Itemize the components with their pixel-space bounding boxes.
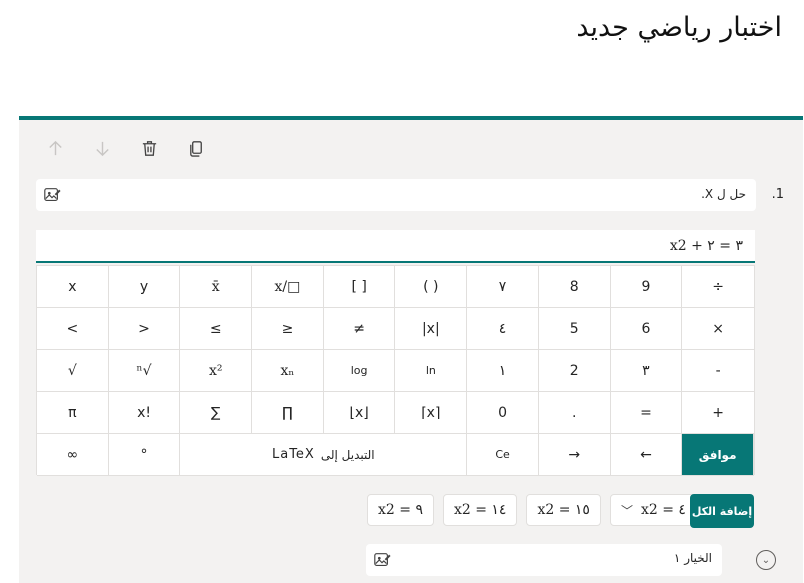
math-keypad: x y x̄ x/□ [ ] ( ) ٧ 8 9 ÷ < > ≤ ≥ ≠ |x|… [36, 265, 755, 476]
key-x[interactable]: x [37, 266, 109, 308]
key-log[interactable]: log [323, 350, 396, 392]
switch-label: التبديل إلى [320, 447, 375, 462]
question-text: حل ل X. [701, 187, 746, 201]
switch-target: LaTeX [271, 447, 315, 462]
answer-option-row: الخيار ١ ⌄ [366, 544, 776, 578]
key-9[interactable]: 9 [610, 266, 683, 308]
question-card: حل ل X. 1. x2 + ٣ = ٢ x y x̄ x/□ [ ] ( )… [19, 116, 803, 583]
key-multiply[interactable]: × [682, 308, 754, 350]
clear-entry-button[interactable]: Ce [467, 434, 539, 476]
key-3[interactable]: ٣ [610, 350, 683, 392]
key-overline[interactable]: x̄ [180, 266, 253, 308]
delete-icon[interactable] [139, 138, 159, 158]
suggestion-value: x2 = ٤ [640, 502, 686, 518]
key-2[interactable]: 2 [538, 350, 611, 392]
key-nth-root[interactable]: ⁿ√ [108, 350, 181, 392]
key-0[interactable]: 0 [467, 392, 539, 434]
option-placeholder: الخيار ١ [673, 551, 712, 565]
suggestion-chip[interactable]: x2 = ٩ [367, 494, 434, 526]
move-up-icon[interactable] [45, 138, 65, 158]
key-product[interactable]: ∏ [252, 392, 324, 434]
key-6[interactable]: 6 [610, 308, 683, 350]
key-ln[interactable]: ln [395, 350, 468, 392]
key-brackets[interactable]: [ ] [323, 266, 396, 308]
key-ceiling[interactable]: ⌈x⌉ [395, 392, 468, 434]
cursor-right-button[interactable]: → [538, 434, 611, 476]
suggestion-chip[interactable]: x2 = ١٤ [442, 494, 518, 526]
chevron-down-icon: ⌄ [761, 554, 771, 566]
key-pi[interactable]: π [37, 392, 109, 434]
correct-answer-radio[interactable]: ⌄ [756, 550, 776, 570]
question-number: 1. [771, 187, 784, 202]
key-subscript[interactable]: xₙ [252, 350, 324, 392]
move-down-icon[interactable] [92, 138, 112, 158]
question-row: حل ل X. 1. [36, 179, 784, 213]
key-absolute[interactable]: |x| [395, 308, 468, 350]
key-minus[interactable]: - [682, 350, 754, 392]
math-equation-value: x2 + ٣ = ٢ [669, 238, 743, 254]
question-toolbar [45, 138, 206, 158]
key-less-than[interactable]: < [37, 308, 109, 350]
key-8[interactable]: 8 [538, 266, 611, 308]
quiz-editor-page: اختبار رياضي جديد حل ل X. 1. x2 + ٣ = ٢ … [0, 0, 804, 583]
cursor-left-button[interactable]: ← [610, 434, 683, 476]
key-infinity[interactable]: ∞ [37, 434, 109, 476]
suggestion-chip-dropdown[interactable]: ﹀ x2 = ٤ [609, 494, 697, 526]
key-parentheses[interactable]: ( ) [395, 266, 468, 308]
page-title: اختبار رياضي جديد [576, 12, 782, 43]
key-greater-than[interactable]: > [108, 308, 181, 350]
key-superscript[interactable]: x² [180, 350, 253, 392]
key-equals[interactable]: = [610, 392, 683, 434]
key-not-equal[interactable]: ≠ [323, 308, 396, 350]
key-7[interactable]: ٧ [467, 266, 539, 308]
insert-image-icon[interactable] [43, 186, 61, 204]
key-5[interactable]: 5 [538, 308, 611, 350]
option-input[interactable]: الخيار ١ [366, 544, 722, 576]
key-less-equal[interactable]: ≤ [180, 308, 253, 350]
suggested-answers: x2 = ٩ x2 = ١٤ x2 = ١٥ ﹀ x2 = ٤ [367, 494, 697, 526]
key-degree[interactable]: ° [108, 434, 181, 476]
key-divide[interactable]: ÷ [682, 266, 754, 308]
ok-button[interactable]: موافق [682, 434, 754, 476]
key-1[interactable]: ١ [467, 350, 539, 392]
add-all-button[interactable]: إضافة الكل [690, 494, 754, 528]
chevron-down-icon: ﹀ [620, 503, 633, 518]
switch-to-latex-button[interactable]: التبديل إلى LaTeX [180, 434, 468, 476]
suggestion-chip[interactable]: x2 = ١٥ [526, 494, 601, 526]
key-sum[interactable]: ∑ [180, 392, 253, 434]
key-fraction[interactable]: x/□ [252, 266, 324, 308]
key-4[interactable]: ٤ [467, 308, 539, 350]
key-factorial[interactable]: x! [108, 392, 181, 434]
key-floor[interactable]: ⌊x⌋ [323, 392, 396, 434]
key-sqrt[interactable]: √ [37, 350, 109, 392]
key-greater-equal[interactable]: ≥ [252, 308, 324, 350]
insert-image-icon[interactable] [373, 551, 391, 569]
copy-icon[interactable] [186, 138, 206, 158]
key-plus[interactable]: + [682, 392, 754, 434]
key-decimal[interactable]: . [538, 392, 611, 434]
key-y[interactable]: y [108, 266, 181, 308]
question-input[interactable]: حل ل X. [36, 179, 756, 211]
math-equation-input[interactable]: x2 + ٣ = ٢ [36, 230, 755, 263]
